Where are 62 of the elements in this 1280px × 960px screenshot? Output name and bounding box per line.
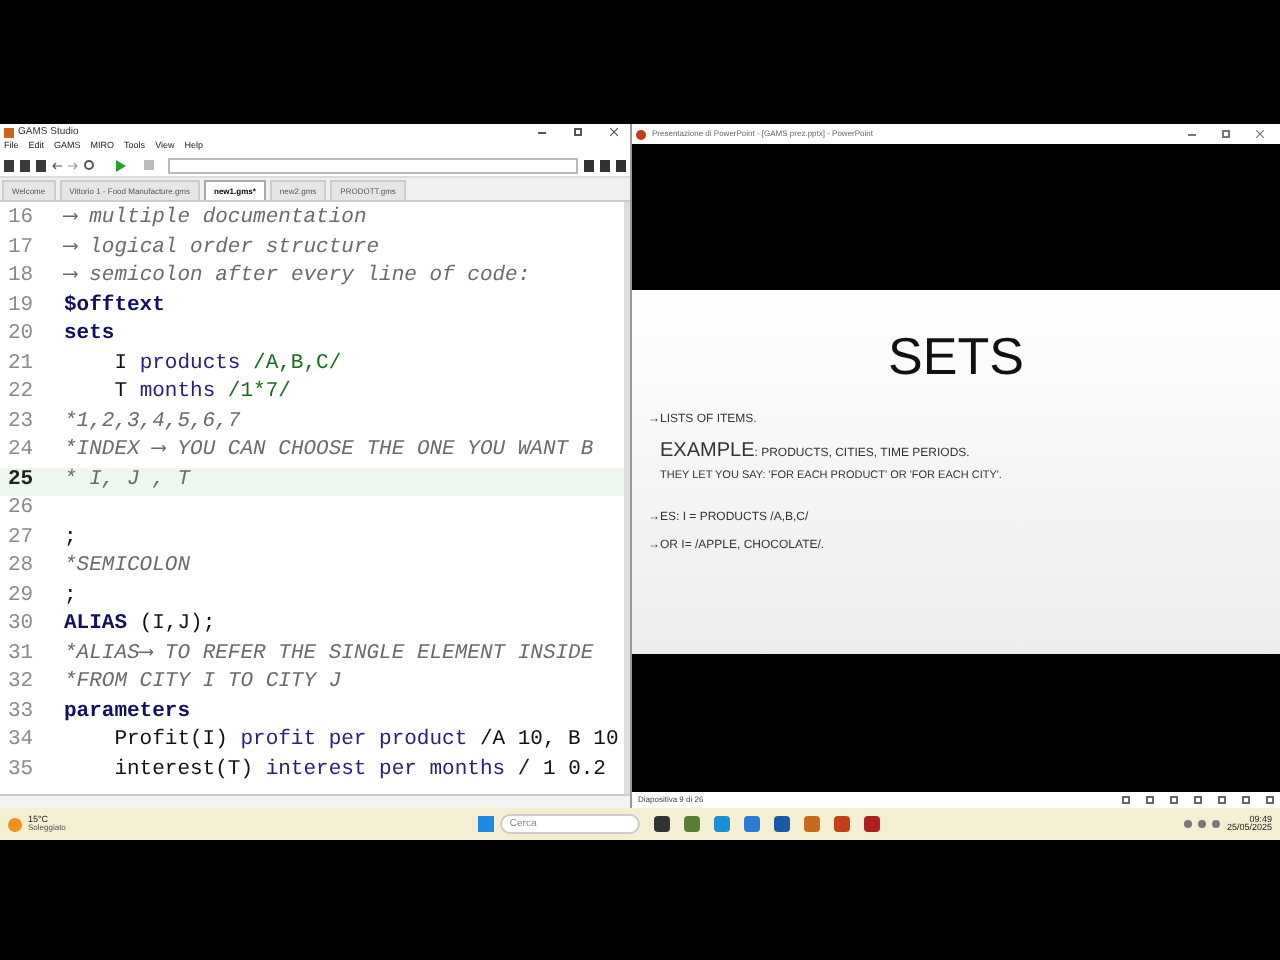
line-number: 25	[6, 465, 36, 496]
line-number: 35	[6, 755, 36, 786]
line-number: 16	[6, 204, 36, 235]
code-line: *ALIAS⟶ TO REFER THE SINGLE ELEMENT INSIDE	[62, 639, 594, 670]
code-line: *1,2,3,4,5,6,7	[62, 407, 241, 438]
line-number: 23	[6, 407, 36, 438]
line-number: 21	[6, 349, 36, 380]
view-icon[interactable]	[1194, 796, 1202, 804]
code-line: ⟶ multiple documentation	[61, 204, 367, 235]
line-number: 20	[6, 320, 36, 351]
minimize-icon[interactable]	[1188, 133, 1196, 135]
forward-icon[interactable]	[68, 161, 78, 169]
line-number: 29	[6, 581, 36, 612]
line-number: 32	[6, 668, 36, 699]
line-number: 28	[6, 552, 36, 583]
line-number: 33	[6, 697, 36, 728]
line-number: 30	[6, 610, 36, 641]
code-line: ;	[62, 523, 77, 554]
view-icon[interactable]	[1146, 796, 1154, 804]
code-line: parameters	[62, 697, 191, 728]
start-icon[interactable]	[477, 816, 494, 832]
line-number: 34	[6, 726, 36, 757]
slide-title: SETS	[888, 330, 1024, 382]
line-number: 24	[6, 436, 36, 467]
app-icon	[4, 127, 14, 137]
close-icon[interactable]	[1256, 130, 1264, 138]
view-icon[interactable]	[1170, 796, 1178, 804]
line-number: 18	[6, 262, 36, 293]
code-line: ⟶ semicolon after every line of code:	[61, 262, 531, 293]
code-line: ;	[62, 581, 77, 612]
line-number: 17	[6, 233, 36, 264]
view-icon[interactable]	[1122, 796, 1130, 804]
code-line: $offtext	[62, 291, 165, 322]
line-number: 27	[6, 523, 36, 554]
view-icon[interactable]	[1218, 796, 1226, 804]
line-number: 22	[6, 378, 36, 409]
code-line: T months /1*7/	[112, 378, 291, 409]
maximize-icon[interactable]	[1222, 130, 1230, 138]
code-line: Profit(I) profit per product /A 10, B 10	[112, 726, 619, 757]
code-line: interest(T) interest per months / 1 0.2	[112, 755, 606, 786]
back-icon[interactable]	[52, 161, 62, 169]
line-number: 19	[6, 291, 36, 322]
line-number: 31	[6, 639, 36, 670]
code-line: I products /A,B,C/	[112, 349, 342, 380]
code-line: ALIAS (I,J);	[62, 610, 216, 641]
code-line: * I, J , T	[62, 465, 191, 496]
code-line: *FROM CITY I TO CITY J	[62, 668, 342, 699]
view-icon[interactable]	[1242, 796, 1250, 804]
code-line: *INDEX ⟶ YOU CAN CHOOSE THE ONE YOU WANT B	[62, 436, 594, 467]
line-number: 26	[6, 494, 36, 525]
sun-icon	[8, 817, 22, 831]
command-field[interactable]	[168, 157, 578, 173]
scrollbar[interactable]	[624, 202, 630, 794]
app-icon	[636, 129, 646, 139]
close-icon[interactable]	[610, 128, 618, 136]
code-line: *SEMICOLON	[62, 552, 191, 583]
help-icon[interactable]	[616, 159, 626, 171]
code-line: sets	[62, 320, 115, 351]
code-line: ⟶ logical order structure	[61, 233, 380, 264]
view-icon[interactable]	[1266, 796, 1274, 804]
maximize-icon[interactable]	[574, 128, 582, 136]
minimize-icon[interactable]	[538, 131, 546, 133]
